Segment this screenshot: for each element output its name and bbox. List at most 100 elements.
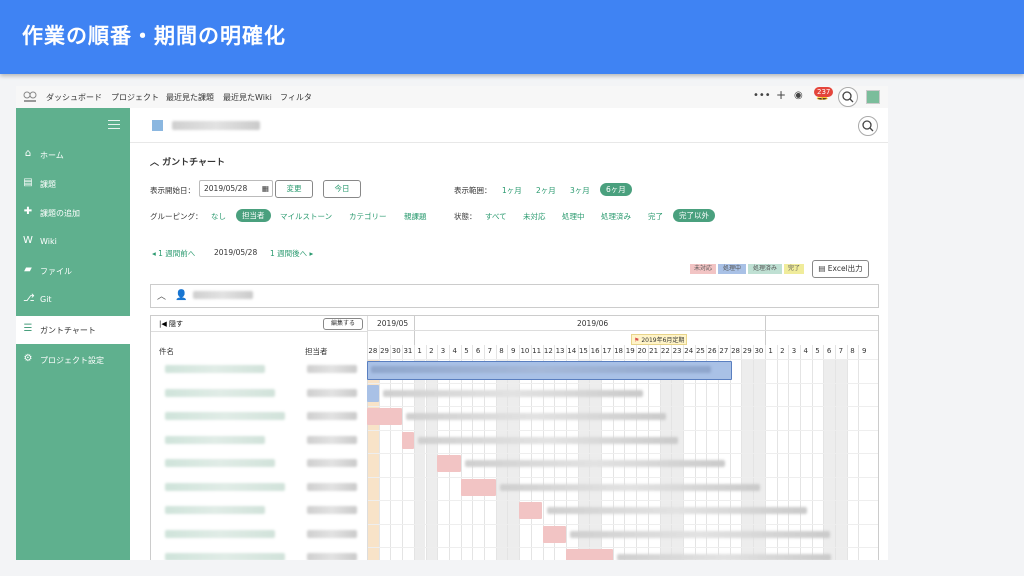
calendar-icon[interactable]: ▦ bbox=[262, 181, 269, 196]
task-bar[interactable] bbox=[460, 478, 496, 496]
sidebar-item-issues[interactable]: ▤ 課題 bbox=[16, 170, 130, 198]
nav-filter[interactable]: フィルタ bbox=[280, 92, 312, 103]
search-icon[interactable] bbox=[838, 87, 858, 107]
range-1m[interactable]: 1ヶ月 bbox=[502, 185, 522, 196]
assignee-blurred bbox=[307, 365, 357, 373]
day-label: 5 bbox=[815, 347, 820, 355]
slide-header: 作業の順番・期間の明確化 bbox=[0, 0, 1024, 74]
sidebar: ⌂ ホーム ▤ 課題 ✚ 課題の追加 W Wiki ▰ ファイル ⎇ Git ☰ ガントチャー… bbox=[16, 108, 130, 560]
task-label-blurred bbox=[616, 554, 831, 560]
current-date: 2019/05/28 bbox=[214, 248, 258, 257]
assignee-group-header[interactable]: ︿ 👤 bbox=[150, 284, 879, 308]
status-label: 状態： bbox=[454, 212, 477, 221]
legend-todo: 未対応 bbox=[690, 264, 716, 274]
chevron-up-icon[interactable]: ︿ bbox=[157, 289, 166, 302]
issue-title-blurred[interactable] bbox=[165, 529, 275, 538]
group-category[interactable]: カテゴリー bbox=[349, 211, 387, 222]
eye-icon[interactable]: ◉ bbox=[794, 90, 803, 101]
nav-recent-wiki[interactable]: 最近見たWiki bbox=[223, 92, 272, 103]
day-label: 7 bbox=[487, 347, 493, 355]
task-bar[interactable] bbox=[367, 408, 403, 425]
range-2m[interactable]: 2ヶ月 bbox=[536, 185, 556, 196]
day-label: 6 bbox=[826, 347, 832, 355]
range-3m[interactable]: 3ヶ月 bbox=[570, 185, 590, 196]
folder-icon: ▰ bbox=[24, 264, 32, 275]
excel-export-label: Excel出力 bbox=[827, 264, 863, 273]
git-icon: ⎇ bbox=[23, 293, 35, 304]
issue-title-blurred[interactable] bbox=[165, 506, 265, 514]
day-label: 1 bbox=[417, 347, 422, 355]
wiki-icon: W bbox=[23, 235, 33, 246]
search-icon[interactable] bbox=[858, 116, 878, 136]
sidebar-item-home[interactable]: ⌂ ホーム bbox=[16, 141, 130, 169]
task-bar[interactable] bbox=[565, 549, 613, 560]
sidebar-item-git[interactable]: ⎇ Git bbox=[16, 286, 130, 314]
issue-title-blurred[interactable] bbox=[165, 435, 265, 444]
sidebar-item-add-issue[interactable]: ✚ 課題の追加 bbox=[16, 199, 130, 227]
sidebar-item-gantt[interactable]: ☰ ガントチャート bbox=[16, 316, 130, 344]
task-bar[interactable] bbox=[402, 431, 414, 449]
issue-title-blurred[interactable] bbox=[165, 482, 285, 491]
task-bar[interactable] bbox=[542, 525, 566, 543]
edit-button[interactable]: 編集する bbox=[323, 318, 363, 330]
plus-icon[interactable]: + bbox=[776, 88, 786, 102]
range-6m[interactable]: 6ヶ月 bbox=[600, 183, 632, 196]
next-week-link[interactable]: 1 週間後へ ▸ bbox=[270, 248, 313, 259]
group-none[interactable]: なし bbox=[211, 211, 226, 222]
sidebar-item-label: ガントチャート bbox=[40, 326, 96, 335]
day-label: 10 bbox=[520, 347, 530, 355]
task-bar[interactable] bbox=[519, 502, 543, 519]
sidebar-item-settings[interactable]: ⚙ プロジェクト設定 bbox=[16, 346, 130, 374]
day-label: 25 bbox=[695, 347, 705, 355]
sidebar-item-label: ホーム bbox=[40, 151, 64, 160]
home-icon: ⌂ bbox=[24, 148, 32, 159]
task-bar[interactable] bbox=[367, 384, 379, 402]
more-icon[interactable]: ••• bbox=[753, 90, 771, 101]
task-bar[interactable] bbox=[437, 455, 461, 472]
chevron-up-icon[interactable]: ︿ bbox=[150, 158, 162, 168]
group-milestone[interactable]: マイルストーン bbox=[280, 211, 332, 222]
excel-export-button[interactable]: ▤ Excel出力 bbox=[812, 260, 869, 278]
hide-panel-icon[interactable]: |◀ 隠す bbox=[159, 319, 183, 329]
weekend-shade bbox=[823, 359, 835, 560]
issue-title-blurred[interactable] bbox=[165, 459, 275, 467]
group-parent[interactable]: 親課題 bbox=[404, 211, 427, 222]
sidebar-item-wiki[interactable]: W Wiki bbox=[16, 228, 130, 256]
list-icon: ▤ bbox=[23, 177, 33, 188]
start-date-input[interactable]: 2019/05/28 ▦ bbox=[199, 180, 273, 197]
issue-title-blurred[interactable] bbox=[165, 553, 285, 560]
start-date-value: 2019/05/28 bbox=[204, 184, 248, 193]
status-not-closed[interactable]: 完了以外 bbox=[673, 209, 715, 222]
day-label: 2 bbox=[780, 347, 785, 355]
issue-title-blurred[interactable] bbox=[165, 388, 275, 397]
issue-title-blurred[interactable] bbox=[165, 365, 265, 373]
gear-icon: ⚙ bbox=[23, 353, 33, 364]
assignee-blurred bbox=[307, 553, 357, 560]
sidebar-item-label: ファイル bbox=[40, 267, 72, 276]
group-assignee[interactable]: 担当者 bbox=[236, 209, 271, 222]
status-inprogress[interactable]: 処理中 bbox=[562, 211, 585, 222]
status-resolved[interactable]: 処理済み bbox=[601, 211, 631, 222]
avatar[interactable] bbox=[866, 90, 880, 104]
menu-icon[interactable] bbox=[108, 120, 120, 130]
nav-recent-issues[interactable]: 最近見た課題 bbox=[166, 92, 214, 103]
nav-projects[interactable]: プロジェクト bbox=[111, 92, 159, 103]
main-content: ︿ ガントチャート 表示開始日： 2019/05/28 ▦ 変更 今日 表示範囲：… bbox=[130, 108, 888, 560]
status-all[interactable]: すべて bbox=[485, 211, 507, 222]
assignee-blurred bbox=[307, 529, 357, 538]
prev-week-link[interactable]: ◂ 1 週間前へ bbox=[152, 248, 195, 259]
day-label: 5 bbox=[464, 347, 469, 355]
sidebar-item-files[interactable]: ▰ ファイル bbox=[16, 257, 130, 285]
status-todo[interactable]: 未対応 bbox=[523, 211, 546, 222]
column-assignee: 担当者 bbox=[305, 347, 328, 356]
issue-list-panel: |◀ 隠す 編集する 件名 担当者 bbox=[151, 316, 368, 560]
nav-dashboard[interactable]: ダッシュボード bbox=[46, 92, 102, 103]
status-closed[interactable]: 完了 bbox=[648, 211, 663, 222]
sidebar-item-label: 課題 bbox=[40, 180, 56, 189]
month-may: 2019/05 bbox=[377, 319, 409, 328]
change-button[interactable]: 変更 bbox=[275, 180, 313, 198]
day-label: 8 bbox=[850, 347, 855, 355]
today-button[interactable]: 今日 bbox=[323, 180, 361, 198]
weekend-shade bbox=[741, 359, 754, 560]
issue-title-blurred[interactable] bbox=[165, 412, 285, 420]
